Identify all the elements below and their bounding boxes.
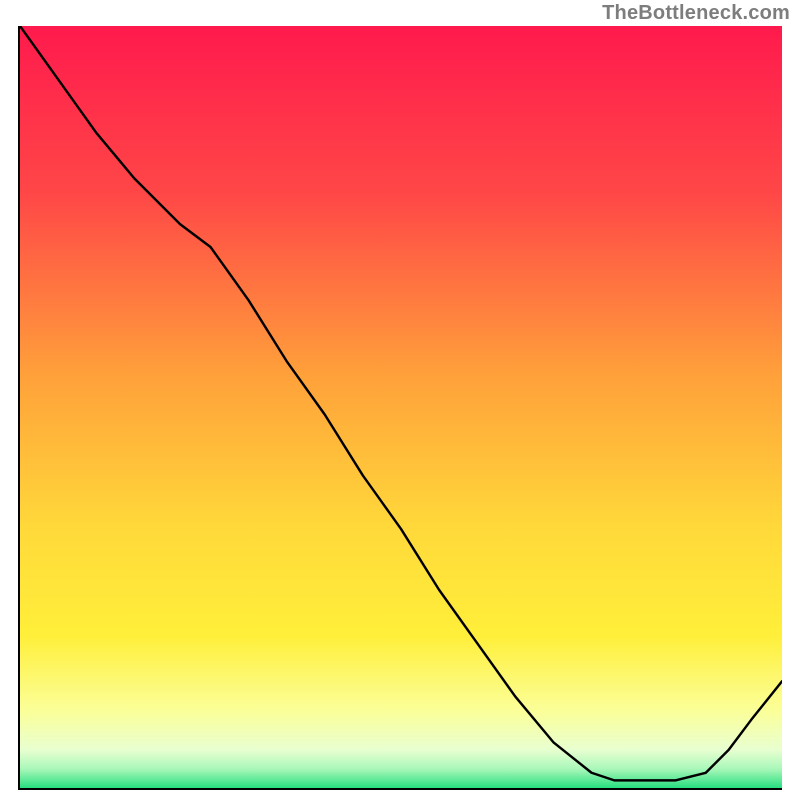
heat-gradient-bg	[20, 26, 782, 788]
chart-wrapper: TheBottleneck.com	[0, 0, 800, 800]
attribution-label: TheBottleneck.com	[602, 2, 790, 25]
plot-area	[18, 26, 782, 790]
